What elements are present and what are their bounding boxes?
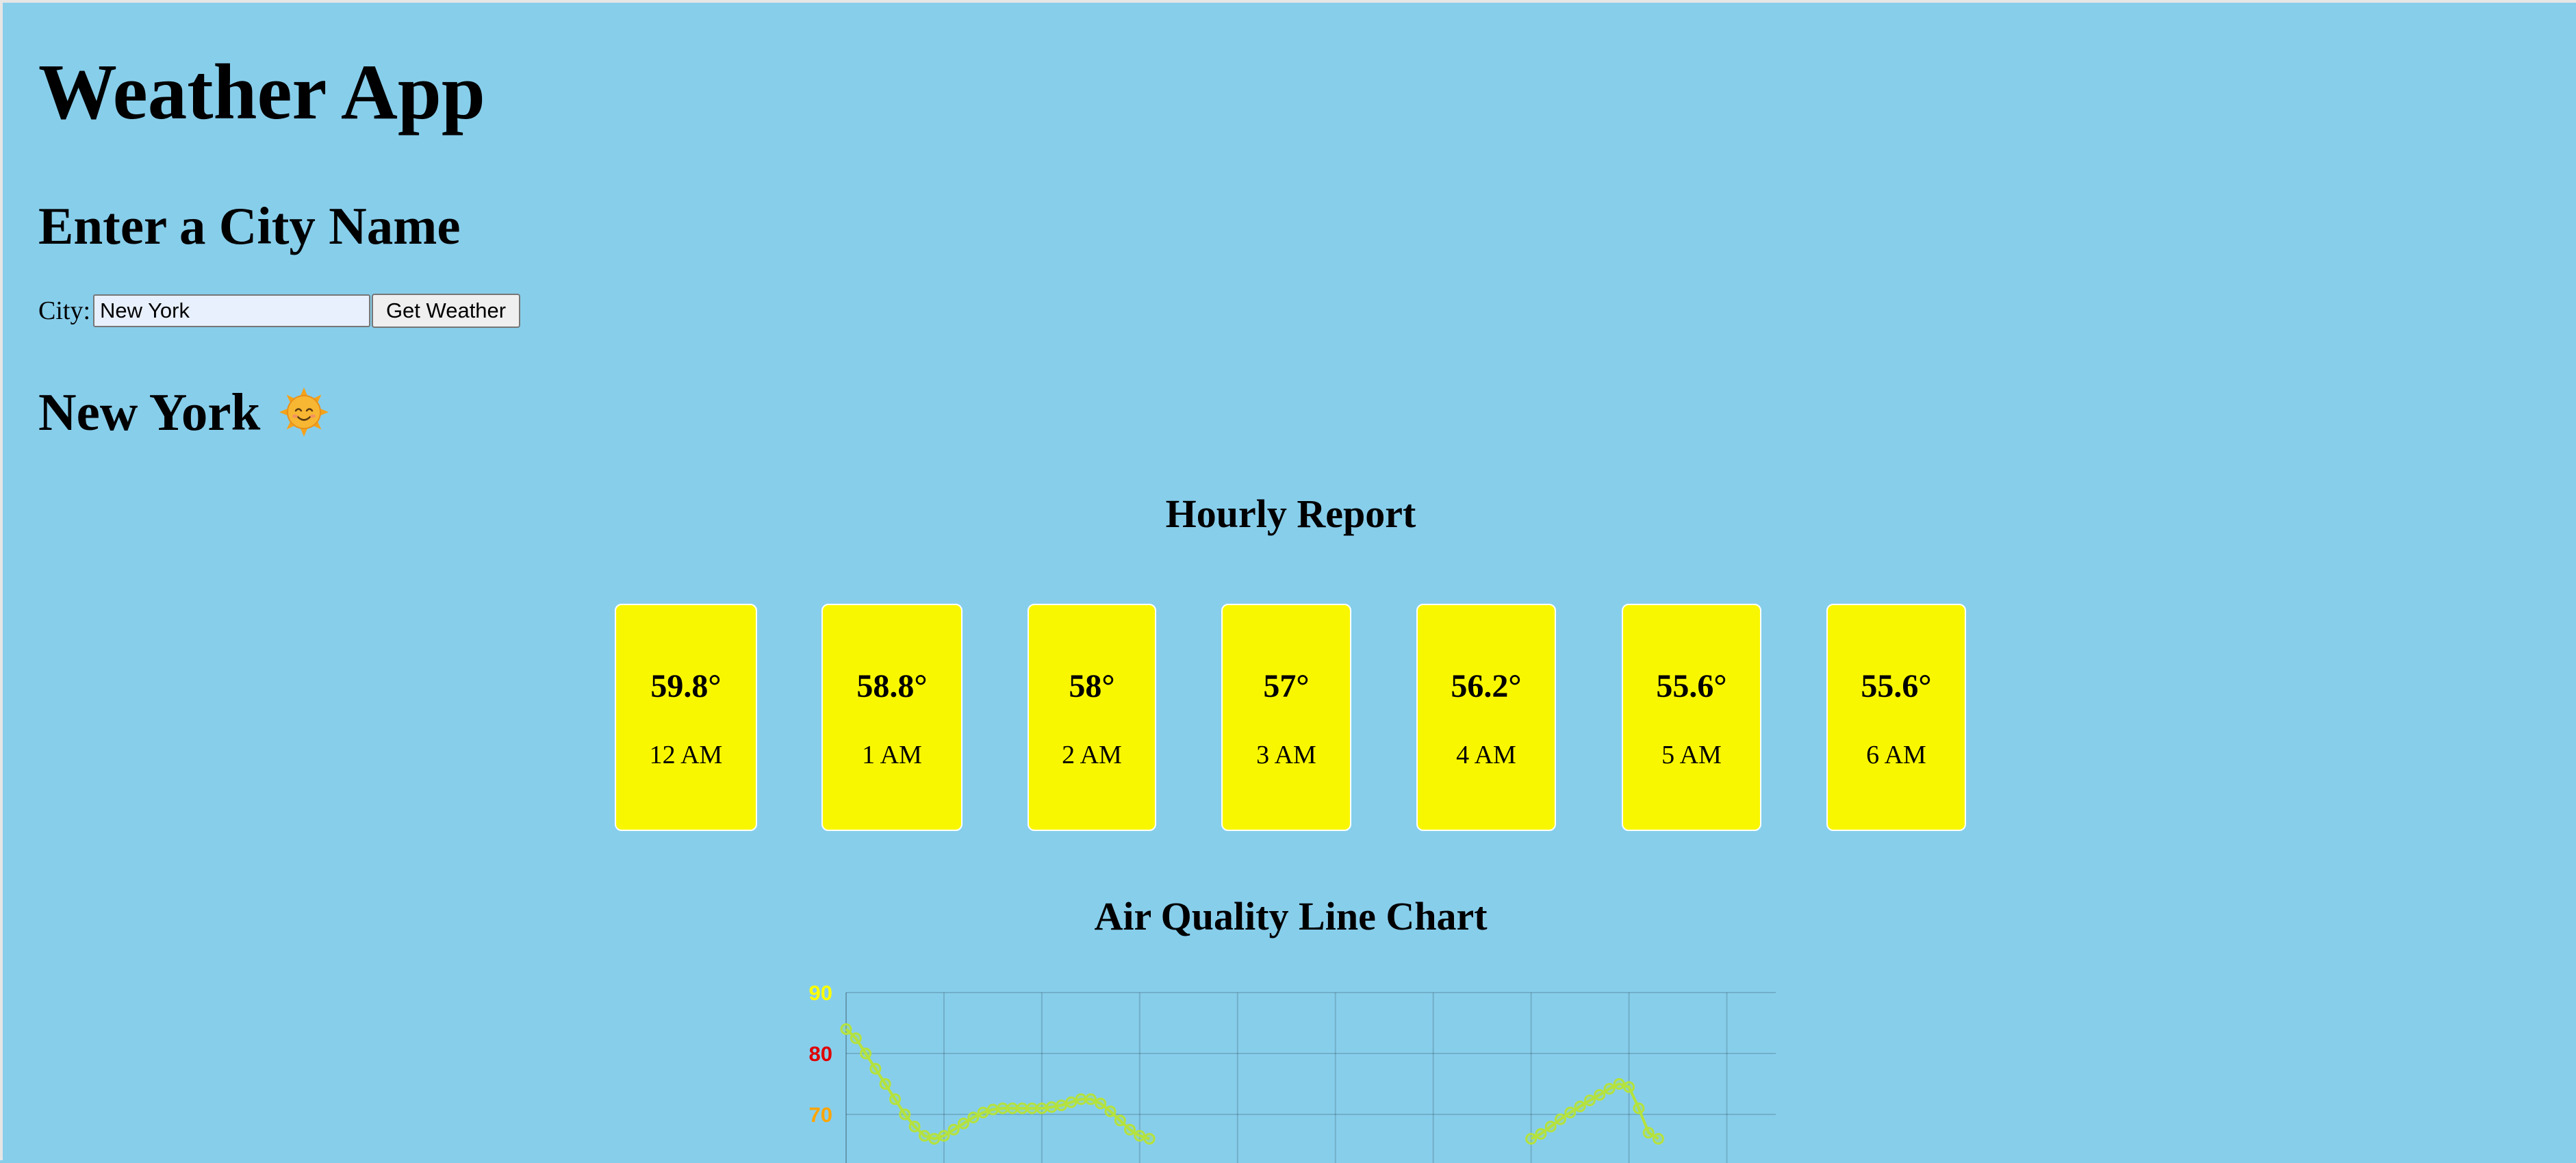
air-quality-point bbox=[938, 1129, 950, 1142]
air-quality-line-chart: 90 80 70 bbox=[809, 981, 1776, 1163]
y-tick-label: 70 bbox=[809, 1103, 832, 1127]
air-quality-point bbox=[1583, 1095, 1596, 1106]
air-quality-point bbox=[1653, 1133, 1664, 1145]
air-quality-point bbox=[879, 1078, 891, 1090]
air-quality-point bbox=[1603, 1083, 1616, 1095]
air-quality-point bbox=[850, 1032, 862, 1045]
air-quality-point bbox=[1544, 1121, 1557, 1133]
air-quality-point bbox=[1104, 1106, 1117, 1117]
air-quality-point bbox=[1075, 1093, 1087, 1106]
air-quality-point bbox=[1114, 1114, 1126, 1127]
air-quality-point bbox=[1045, 1101, 1058, 1113]
air-quality-point bbox=[1006, 1102, 1019, 1114]
air-quality-point bbox=[1056, 1099, 1067, 1112]
air-quality-point bbox=[1026, 1102, 1038, 1114]
air-quality-point bbox=[928, 1133, 941, 1145]
air-quality-point bbox=[958, 1117, 969, 1129]
air-quality-point bbox=[899, 1108, 911, 1121]
air-quality-point bbox=[1124, 1123, 1136, 1136]
air-quality-point bbox=[1642, 1127, 1655, 1139]
air-quality-point bbox=[1525, 1133, 1538, 1145]
air-quality-point bbox=[1065, 1096, 1077, 1108]
air-quality-point bbox=[986, 1103, 999, 1116]
air-quality-point bbox=[1036, 1102, 1048, 1114]
air-quality-point bbox=[1535, 1128, 1547, 1140]
air-quality-series-line bbox=[845, 1027, 1150, 1140]
air-quality-point bbox=[1633, 1102, 1645, 1114]
air-quality-point bbox=[947, 1123, 960, 1136]
air-quality-point bbox=[1564, 1106, 1577, 1119]
air-quality-point bbox=[840, 1023, 852, 1035]
air-quality-point bbox=[997, 1102, 1009, 1114]
air-quality-point bbox=[1143, 1133, 1156, 1145]
air-quality-point bbox=[977, 1106, 989, 1119]
air-quality-point bbox=[860, 1047, 872, 1060]
air-quality-point bbox=[1613, 1078, 1625, 1090]
air-quality-point bbox=[1623, 1081, 1635, 1093]
air-quality-point bbox=[889, 1093, 901, 1106]
air-quality-point bbox=[1555, 1113, 1566, 1125]
air-quality-point bbox=[967, 1112, 980, 1123]
air-quality-point bbox=[908, 1121, 921, 1133]
air-quality-point bbox=[1084, 1093, 1097, 1106]
y-tick-label: 90 bbox=[809, 981, 832, 1005]
air-quality-point bbox=[1134, 1129, 1146, 1142]
air-quality-point bbox=[869, 1062, 882, 1075]
air-quality-point bbox=[1574, 1100, 1586, 1112]
air-quality-point bbox=[918, 1129, 930, 1142]
air-quality-point bbox=[1594, 1089, 1606, 1101]
air-quality-point bbox=[1016, 1102, 1028, 1114]
y-tick-label: 80 bbox=[809, 1042, 832, 1066]
air-quality-point bbox=[1095, 1097, 1107, 1110]
